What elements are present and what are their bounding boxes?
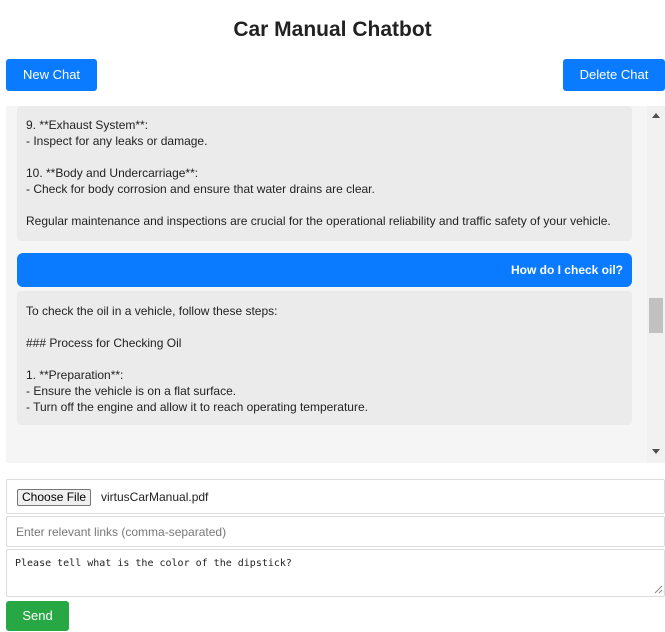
message-line: 9. **Exhaust System**: xyxy=(26,118,149,132)
message-line: ### Process for Checking Oil xyxy=(26,336,182,350)
message-line: Regular maintenance and inspections are … xyxy=(26,214,611,228)
message-line: 10. **Body and Undercarriage**: xyxy=(26,166,199,180)
chat-scrollbar[interactable] xyxy=(647,106,665,463)
choose-file-button[interactable]: Choose File xyxy=(17,489,92,506)
chat-messages: 9. **Exhaust System**: - Inspect for any… xyxy=(6,106,647,425)
message-input[interactable]: Please tell what is the color of the dip… xyxy=(6,549,665,597)
links-input[interactable] xyxy=(6,516,665,547)
scroll-up-arrow-icon[interactable] xyxy=(652,113,660,118)
bot-message: 9. **Exhaust System**: - Inspect for any… xyxy=(17,106,632,241)
scroll-down-arrow-icon[interactable] xyxy=(652,449,660,454)
file-upload: Choose File virtusCarManual.pdf xyxy=(6,479,665,514)
message-line: To check the oil in a vehicle, follow th… xyxy=(26,304,278,318)
message-line: - Inspect for any leaks or damage. xyxy=(26,134,208,148)
message-line: - Turn off the engine and allow it to re… xyxy=(26,400,368,414)
chat-history[interactable]: 9. **Exhaust System**: - Inspect for any… xyxy=(6,106,665,463)
message-line: - Ensure the vehicle is on a flat surfac… xyxy=(26,384,237,398)
message-line: - Check for body corrosion and ensure th… xyxy=(26,182,375,196)
bot-message: To check the oil in a vehicle, follow th… xyxy=(17,291,632,425)
resize-grip-icon[interactable] xyxy=(653,584,663,594)
new-chat-button[interactable]: New Chat xyxy=(6,59,97,91)
selected-file-name: virtusCarManual.pdf xyxy=(101,490,209,504)
scrollbar-thumb[interactable] xyxy=(649,298,663,333)
send-button[interactable]: Send xyxy=(6,601,69,631)
page-title: Car Manual Chatbot xyxy=(233,18,432,41)
delete-chat-button[interactable]: Delete Chat xyxy=(563,59,665,91)
user-message: How do I check oil? xyxy=(17,253,632,287)
message-line: 1. **Preparation**: xyxy=(26,368,124,382)
